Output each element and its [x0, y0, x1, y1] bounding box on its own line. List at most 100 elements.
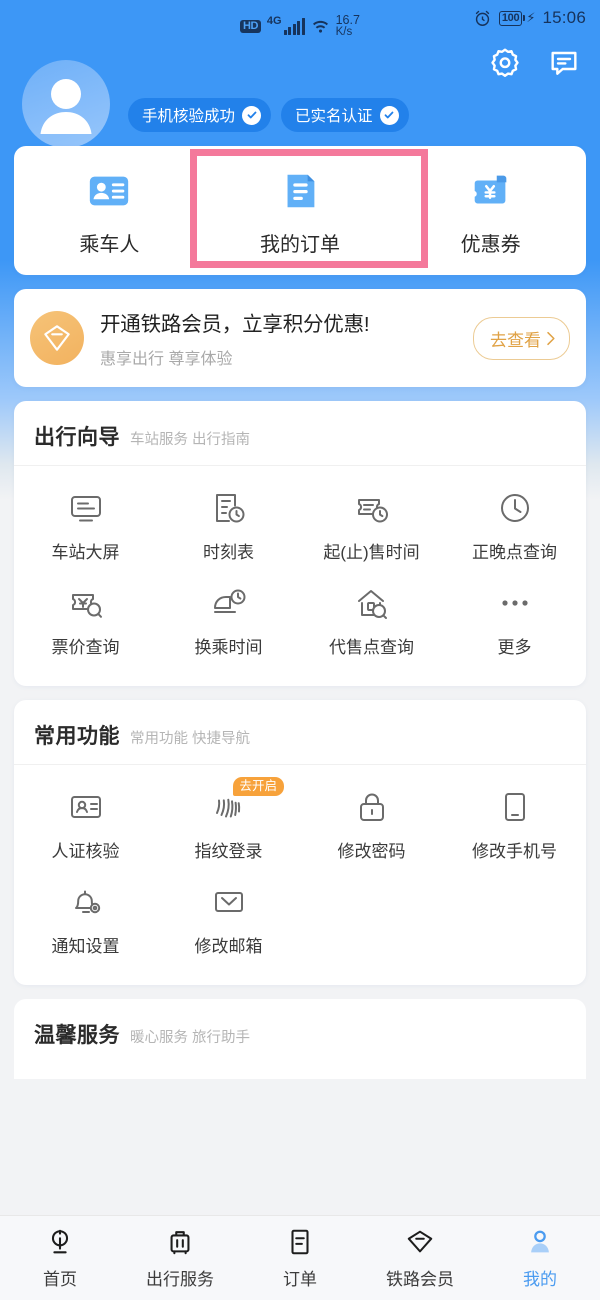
quick-action-coupons-label: 优惠券: [460, 234, 521, 256]
diamond-icon: [30, 311, 84, 365]
status-badge-enable[interactable]: 去开启: [232, 777, 285, 796]
bottom-tab-bar: 首页 出行服务 订单 铁路会员 我的: [0, 1215, 600, 1300]
section-travel-guide-title: 出行向导: [34, 426, 120, 449]
tab-orders-label: 订单: [283, 1269, 317, 1289]
tab-railway-member[interactable]: 铁路会员: [360, 1227, 480, 1290]
grid-item-station-screen-label: 车站大屏: [51, 543, 120, 562]
person-icon: [525, 1227, 555, 1257]
verification-badges: 手机核验成功 已实名认证: [128, 98, 409, 132]
section-travel-guide-header: 出行向导 车站服务 出行指南: [14, 401, 586, 466]
phone-icon: [497, 789, 533, 825]
grid-item-fingerprint-login-label: 指纹登录: [194, 842, 263, 861]
hd-icon: HD: [240, 19, 261, 33]
quick-action-passengers[interactable]: 乘车人: [14, 168, 205, 257]
id-card-icon: [86, 168, 132, 214]
grid-item-sale-time[interactable]: 起(止)售时间: [300, 480, 443, 575]
railway-home-icon: [45, 1227, 75, 1257]
grid-item-sale-time-label: 起(止)售时间: [323, 543, 420, 562]
grid-item-change-phone-label: 修改手机号: [472, 842, 557, 861]
tab-travel-services[interactable]: 出行服务: [120, 1227, 240, 1290]
quick-action-coupons[interactable]: 优惠券: [395, 168, 586, 257]
section-warm-services-title: 温馨服务: [34, 1024, 120, 1047]
battery-level-label: 100: [498, 10, 523, 26]
member-banner-subtitle: 惠享出行 尊享体验: [100, 351, 233, 368]
agency-search-icon: [354, 585, 390, 621]
grid-item-id-verify[interactable]: 人证核验: [14, 779, 157, 874]
status-bar-right-group: 100 ⚡ 15:06: [473, 8, 586, 28]
quick-action-my-orders-label: 我的订单: [260, 234, 340, 256]
tab-home-label: 首页: [43, 1269, 77, 1289]
section-common-functions-subtitle: 常用功能 快捷导航: [130, 731, 251, 747]
gear-icon[interactable]: [488, 46, 522, 80]
id-verify-icon: [68, 789, 104, 825]
badge-realname-verified-label: 已实名认证: [295, 108, 373, 125]
grid-item-transfer-time[interactable]: 换乘时间: [157, 575, 300, 670]
section-warm-services: 温馨服务 暖心服务 旅行助手: [14, 999, 586, 1079]
grid-item-fare-search[interactable]: 票价查询: [14, 575, 157, 670]
status-bar-left-group: HD 4G 16.7 K/s: [240, 14, 360, 38]
section-travel-guide: 出行向导 车站服务 出行指南 车站大屏 时刻表 起(止)售时间 正晚点查询 票价…: [14, 401, 586, 686]
grid-item-id-verify-label: 人证核验: [51, 842, 120, 861]
network-type-label: 4G: [266, 15, 282, 27]
grid-item-change-email-label: 修改邮箱: [194, 937, 263, 956]
section-warm-services-subtitle: 暖心服务 旅行助手: [130, 1030, 251, 1046]
section-common-functions-header: 常用功能 常用功能 快捷导航: [14, 700, 586, 765]
lock-icon: [354, 789, 390, 825]
tab-mine-label: 我的: [523, 1269, 557, 1289]
diamond-member-icon: [405, 1227, 435, 1257]
section-travel-guide-grid: 车站大屏 时刻表 起(止)售时间 正晚点查询 票价查询 换乘时间 代售点查询 更…: [14, 466, 586, 686]
grid-item-change-email[interactable]: 修改邮箱: [157, 874, 300, 969]
badge-phone-verified[interactable]: 手机核验成功: [128, 98, 272, 132]
grid-item-transfer-time-label: 换乘时间: [194, 638, 263, 657]
badge-realname-verified[interactable]: 已实名认证: [281, 98, 409, 132]
network-speed-unit: K/s: [335, 26, 353, 38]
grid-item-more[interactable]: 更多: [443, 575, 586, 670]
member-banner-text: 开通铁路会员，立享积分优惠! 惠享出行 尊享体验: [100, 307, 457, 369]
envelope-icon: [211, 884, 247, 920]
message-icon[interactable]: [548, 47, 580, 79]
member-banner-button-label: 去查看: [490, 330, 541, 350]
ticket-clock-icon: [354, 490, 390, 526]
quick-action-passengers-label: 乘车人: [79, 234, 140, 256]
header-action-icons: [488, 46, 580, 80]
grid-item-timetable[interactable]: 时刻表: [157, 480, 300, 575]
section-common-functions: 常用功能 常用功能 快捷导航 人证核验 去开启 指纹登录 修改密码 修改手机号 …: [14, 700, 586, 985]
avatar[interactable]: [22, 60, 110, 148]
grid-item-change-phone[interactable]: 修改手机号: [443, 779, 586, 874]
grid-item-change-password[interactable]: 修改密码: [300, 779, 443, 874]
tab-home[interactable]: 首页: [0, 1227, 120, 1290]
coupon-wallet-icon: [468, 168, 514, 214]
avatar-placeholder-icon: [40, 79, 92, 134]
section-travel-guide-subtitle: 车站服务 出行指南: [130, 432, 251, 448]
grid-item-station-screen[interactable]: 车站大屏: [14, 480, 157, 575]
battery-indicator: 100 ⚡: [498, 10, 535, 26]
page-root: HD 4G 16.7 K/s 100 ⚡ 15:06 手机核验成功 已实名认证 …: [0, 0, 600, 1079]
transfer-time-icon: [211, 585, 247, 621]
timetable-icon: [211, 490, 247, 526]
chevron-right-icon: [545, 331, 556, 346]
quick-actions-card: 乘车人 我的订单 优惠券: [14, 146, 586, 275]
signal-bars-icon: [283, 17, 305, 35]
member-banner[interactable]: 开通铁路会员，立享积分优惠! 惠享出行 尊享体验 去查看: [14, 289, 586, 387]
luggage-icon: [165, 1227, 195, 1257]
network-speed-value: 16.7: [335, 13, 360, 27]
tab-mine[interactable]: 我的: [480, 1227, 600, 1290]
grid-item-agency-search[interactable]: 代售点查询: [300, 575, 443, 670]
tab-travel-services-label: 出行服务: [146, 1269, 214, 1289]
grid-item-punctuality[interactable]: 正晚点查询: [443, 480, 586, 575]
network-speed: 16.7 K/s: [336, 14, 360, 38]
grid-item-change-password-label: 修改密码: [337, 842, 406, 861]
grid-item-punctuality-label: 正晚点查询: [472, 543, 557, 562]
member-banner-button[interactable]: 去查看: [473, 316, 570, 360]
section-common-functions-grid: 人证核验 去开启 指纹登录 修改密码 修改手机号 通知设置 修改邮箱: [14, 765, 586, 985]
grid-item-notification-settings[interactable]: 通知设置: [14, 874, 157, 969]
more-dots-icon: [497, 585, 533, 621]
section-common-functions-title: 常用功能: [34, 725, 120, 748]
grid-item-more-label: 更多: [497, 638, 532, 657]
quick-action-my-orders[interactable]: 我的订单: [205, 168, 396, 257]
station-screen-icon: [68, 490, 104, 526]
status-bar-clock: 15:06: [542, 8, 586, 27]
alarm-clock-icon: [473, 9, 492, 28]
tab-orders[interactable]: 订单: [240, 1227, 360, 1290]
grid-item-fingerprint-login[interactable]: 去开启 指纹登录: [157, 777, 300, 874]
